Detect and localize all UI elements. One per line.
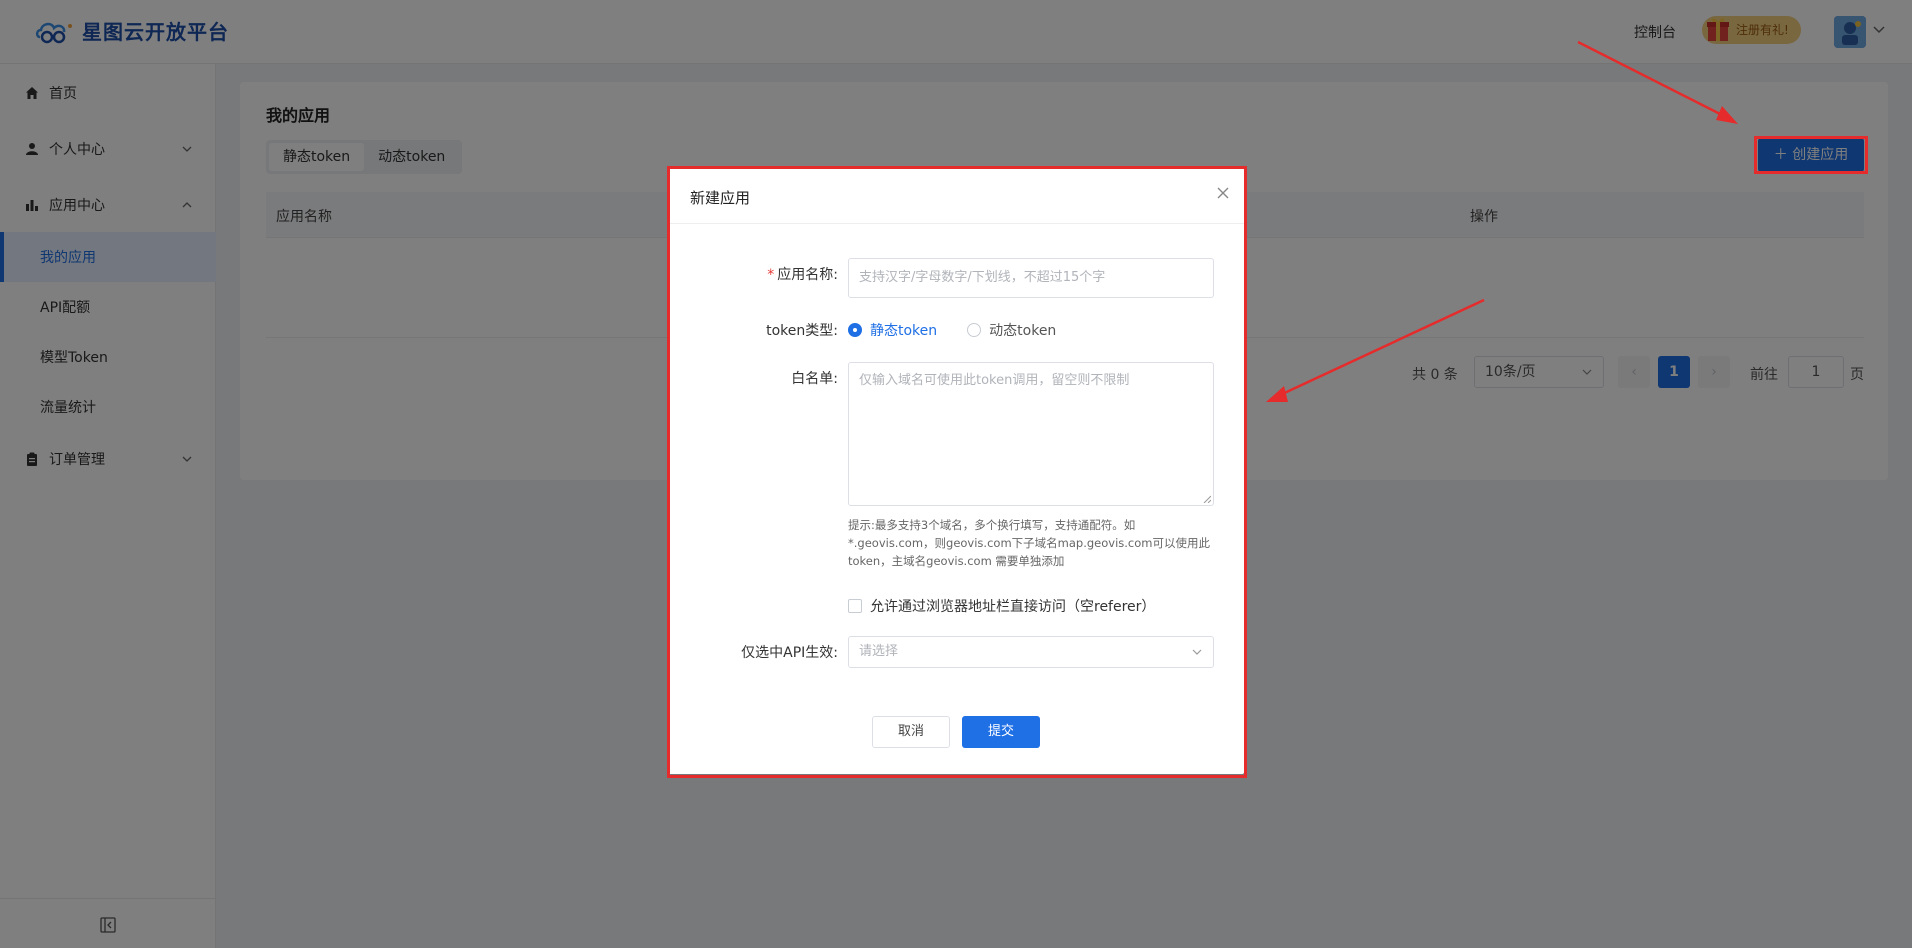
dialog-highlight-box — [667, 166, 1247, 778]
create-button-highlight-box — [1754, 136, 1868, 174]
